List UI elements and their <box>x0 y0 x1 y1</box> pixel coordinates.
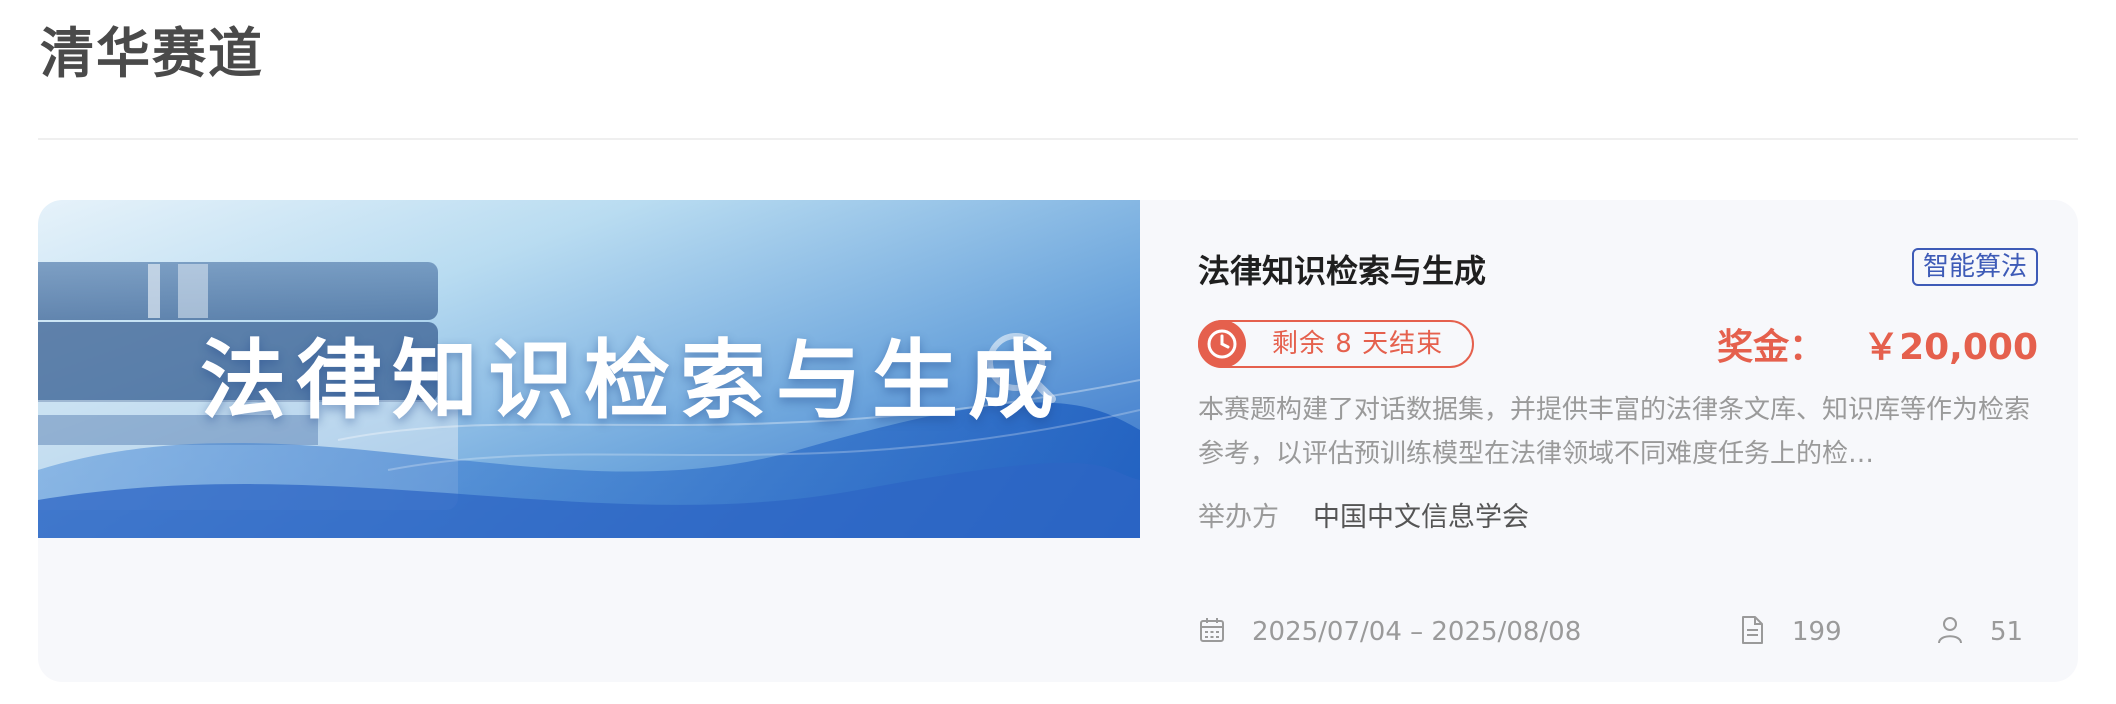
clock-icon <box>1198 320 1246 368</box>
calendar-icon <box>1200 617 1224 642</box>
competition-description: 本赛题构建了对话数据集，并提供丰富的法律条文库、知识库等作为检索参考，以评估预训… <box>1198 395 2031 469</box>
date-range: 2025/07/04 – 2025/08/08 <box>1198 612 1581 652</box>
document-icon <box>1742 615 1763 644</box>
document-count: 199 <box>1738 612 1842 652</box>
category-tag: 智能算法 <box>1911 248 2038 286</box>
banner-title: 法律知识检索与生成 <box>200 331 1064 431</box>
deadline-text: 剩余 8 天结束 <box>1272 329 1444 359</box>
card-info: 法律知识检索与生成 智能算法 剩余 8 天结束 奖金： ￥20,000 本赛题构建… <box>1198 200 2038 682</box>
participant-count: 51 <box>1936 612 2023 652</box>
user-icon <box>1938 616 1962 643</box>
organizer: 举办方 中国中文信息学会 <box>1198 498 1529 538</box>
competition-banner[interactable]: 法律知识检索与生成 <box>38 200 1140 538</box>
prize-label: 奖金： <box>1717 327 1826 368</box>
section-title: 清华赛道 <box>40 22 264 85</box>
date-range-text: 2025/07/04 – 2025/08/08 <box>1252 617 1582 647</box>
document-count-text: 199 <box>1792 617 1842 647</box>
prize: 奖金： ￥20,000 <box>1717 318 2038 370</box>
organizer-label: 举办方 <box>1198 502 1279 533</box>
competition-card[interactable]: 法律知识检索与生成 法律知识检索与生成 智能算法 剩余 8 天结束 奖金： ￥20… <box>38 200 2078 682</box>
prize-value: ￥20,000 <box>1863 327 2038 368</box>
deadline-badge: 剩余 8 天结束 <box>1198 320 1474 368</box>
competition-title[interactable]: 法律知识检索与生成 <box>1198 246 1486 292</box>
divider <box>38 138 2078 140</box>
participant-count-text: 51 <box>1990 617 2024 647</box>
organizer-value: 中国中文信息学会 <box>1313 502 1529 533</box>
